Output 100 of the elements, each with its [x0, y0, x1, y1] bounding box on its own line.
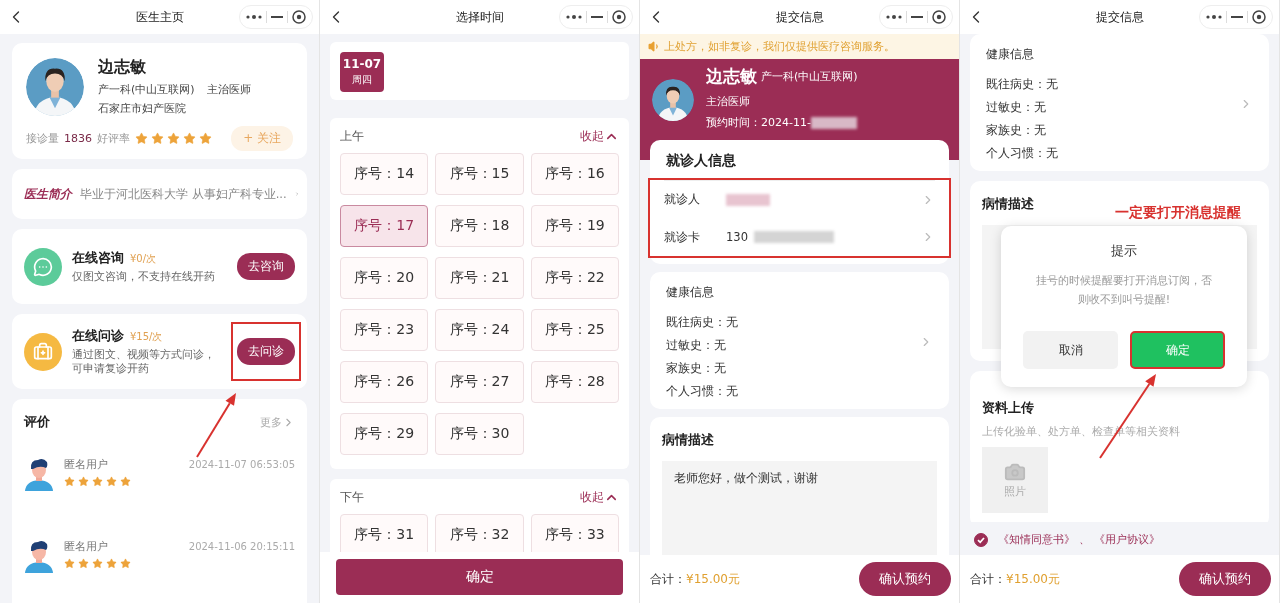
page-title: 提交信息 — [1095, 8, 1144, 26]
page-title: 提交信息 — [775, 8, 824, 26]
confirm-booking-button[interactable]: 确认预约 — [1179, 562, 1271, 596]
star-icon — [78, 558, 89, 569]
camera-icon — [1004, 461, 1026, 483]
health-item: 过敏史：无 — [666, 338, 727, 353]
number-slot[interactable]: 序号：17 — [340, 205, 429, 247]
health-info-card[interactable]: 健康信息 既往病史：无 过敏史：无 家族史：无 个人习惯：无 — [650, 272, 949, 409]
more-icon[interactable] — [566, 15, 582, 19]
number-slot[interactable]: 序号：20 — [340, 257, 429, 299]
doctor-rank: 主治医师 — [206, 82, 251, 97]
service-description: 仅图文咨询，不支持在线开药 — [72, 269, 216, 285]
card-title: 病情描述 — [982, 195, 1034, 213]
confirm-booking-button[interactable]: 确认预约 — [859, 562, 951, 596]
number-slot[interactable]: 序号：27 — [435, 361, 524, 403]
total-amount: ¥15.00元 — [1006, 570, 1060, 588]
star-icon — [92, 558, 103, 569]
user-avatar-icon — [24, 457, 54, 491]
close-icon[interactable] — [932, 10, 946, 24]
health-item: 既往病史：无 — [666, 315, 739, 330]
intro-text: 毕业于河北医科大学 从事妇产科专业... — [80, 186, 287, 202]
health-item: 过敏史：无 — [986, 100, 1047, 115]
department: 产一科(中山互联网) — [761, 69, 858, 84]
number-slot[interactable]: 序号：33 — [530, 514, 619, 552]
close-icon[interactable] — [612, 10, 626, 24]
number-slot[interactable]: 序号：21 — [435, 257, 524, 299]
capsule-menu[interactable] — [879, 5, 953, 29]
card-title: 病情描述 — [662, 431, 714, 449]
star-icon — [64, 558, 75, 569]
hospital-name: 石家庄市妇产医院 — [98, 101, 187, 116]
visits-count: 1836 — [64, 132, 92, 145]
number-slot[interactable]: 序号：28 — [530, 361, 619, 403]
date-chip[interactable]: 11-07 周四 — [340, 52, 384, 92]
speaker-icon — [648, 40, 661, 53]
notice-text: 上处方，如非复诊，我们仅提供医疗咨询服务。 — [664, 39, 895, 54]
number-slot[interactable]: 序号：19 — [530, 205, 619, 247]
intro-label: 医生简介 — [24, 185, 72, 203]
doctor-rank: 主治医师 — [706, 94, 751, 109]
card-title: 就诊人信息 — [665, 152, 737, 170]
star-icon — [106, 476, 117, 487]
total-label: 合计： — [650, 570, 686, 588]
number-slot[interactable]: 序号：14 — [340, 153, 429, 195]
agree-checkbox[interactable] — [974, 532, 988, 547]
close-icon[interactable] — [292, 10, 306, 24]
more-icon[interactable] — [1206, 15, 1222, 19]
medical-kit-icon — [24, 332, 62, 371]
number-slot[interactable]: 序号：24 — [435, 309, 524, 351]
page-title: 医生主页 — [135, 8, 184, 26]
close-icon[interactable] — [1252, 10, 1266, 24]
reviews-title: 评价 — [24, 413, 50, 431]
confirm-button[interactable]: 确定 — [336, 559, 623, 595]
star-icon — [151, 132, 164, 145]
collapse-toggle[interactable]: 收起 — [580, 489, 619, 506]
agreement-link[interactable]: 《用户协议》 — [1094, 532, 1160, 547]
number-slot[interactable]: 序号：32 — [435, 514, 524, 552]
annotation-arrow — [196, 393, 236, 458]
health-item: 家族史：无 — [986, 123, 1047, 138]
redaction — [726, 193, 770, 206]
number-slot[interactable]: 序号：29 — [340, 413, 429, 455]
number-slot[interactable]: 序号：22 — [530, 257, 619, 299]
health-info-card[interactable]: 健康信息 既往病史：无 过敏史：无 家族史：无 个人习惯：无 — [970, 34, 1269, 171]
collapse-toggle[interactable]: 收起 — [580, 128, 619, 145]
number-slot[interactable]: 序号：26 — [340, 361, 429, 403]
more-icon[interactable] — [886, 15, 902, 19]
agreement-link[interactable]: 《知情同意书》 — [998, 532, 1075, 547]
total-amount: ¥15.00元 — [686, 570, 740, 588]
number-slot[interactable]: 序号：18 — [435, 205, 524, 247]
number-slot[interactable]: 序号：31 — [340, 514, 429, 552]
health-title: 健康信息 — [986, 46, 1035, 63]
star-icon — [183, 132, 196, 145]
page-title: 选择时间 — [455, 8, 504, 26]
chat-bubble-icon — [24, 247, 62, 286]
number-slot[interactable]: 序号：15 — [435, 153, 524, 195]
more-icon[interactable] — [246, 15, 262, 19]
capsule-menu[interactable] — [559, 5, 633, 29]
capsule-menu[interactable] — [239, 5, 313, 29]
number-slot[interactable]: 序号：16 — [530, 153, 619, 195]
annotation-text: 一定要打开消息提醒 — [1115, 204, 1241, 222]
reviewer-name: 匿名用户 — [64, 457, 108, 472]
description-field[interactable]: 老师您好，做个测试，谢谢 — [662, 461, 937, 555]
appointment-time: 预约时间：2024-11- — [706, 115, 811, 130]
dialog-title: 提示 — [1111, 242, 1137, 260]
number-slot[interactable]: 序号：25 — [530, 309, 619, 351]
cancel-button[interactable]: 取消 — [1023, 331, 1118, 370]
number-slot[interactable]: 序号：30 — [435, 413, 524, 455]
consult-button[interactable]: 去问诊 — [237, 338, 295, 365]
reviewer-name: 匿名用户 — [64, 539, 108, 554]
photo-label: 照片 — [1004, 485, 1026, 499]
star-icon — [135, 132, 148, 145]
doctor-name: 边志敏 — [706, 65, 757, 88]
health-item: 家族史：无 — [666, 361, 727, 376]
number-slot[interactable]: 序号：23 — [340, 309, 429, 351]
capsule-menu[interactable] — [1199, 5, 1273, 29]
visits-label: 接诊量 — [26, 131, 59, 146]
intro-card[interactable]: 医生简介 毕业于河北医科大学 从事妇产科专业... — [12, 169, 307, 219]
doctor-name: 边志敏 — [98, 57, 147, 78]
service-name: 在线问诊 ¥15/次 — [72, 326, 164, 345]
dialog-message: 挂号的时候提醒要打开消息订阅，否则收不到叫号提醒! — [1035, 273, 1213, 308]
star-icon — [120, 558, 131, 569]
consult-button[interactable]: 去咨询 — [237, 253, 295, 280]
